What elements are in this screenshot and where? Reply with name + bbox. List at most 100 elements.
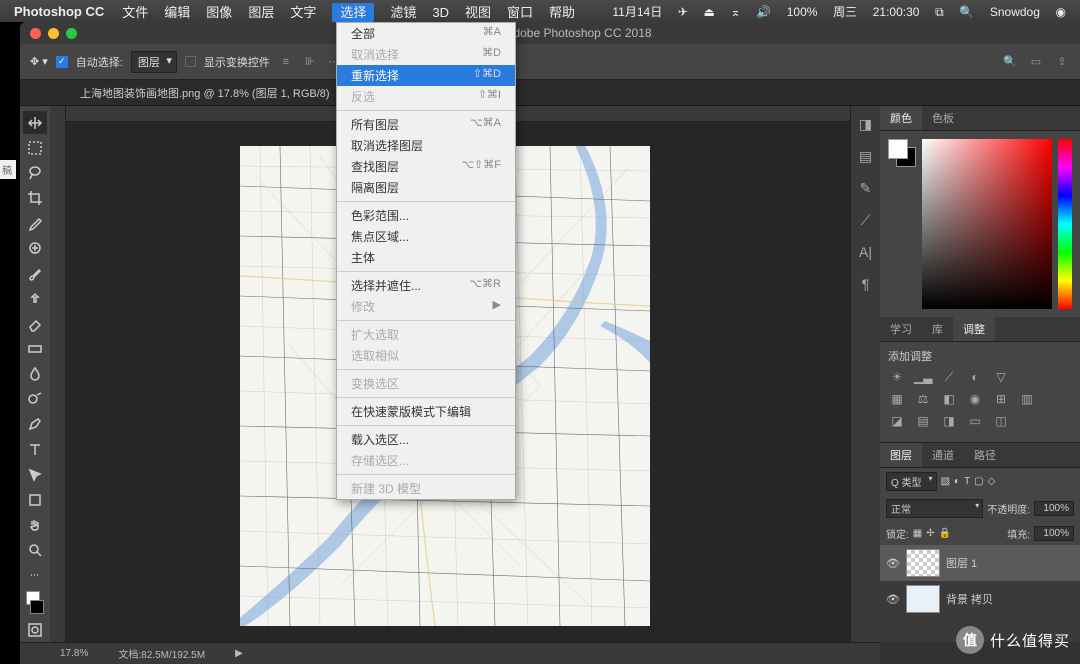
move-tool-icon[interactable]: ✥ ▾ bbox=[30, 55, 48, 68]
menu-文件[interactable]: 文件 bbox=[122, 5, 148, 20]
hue-sat-icon[interactable]: ▦ bbox=[888, 392, 906, 408]
filter-smart-icon[interactable]: ◇ bbox=[988, 476, 996, 487]
rectangle-tool[interactable] bbox=[23, 488, 47, 511]
status-arrow[interactable]: ▶ bbox=[235, 648, 243, 659]
auto-select-checkbox[interactable]: ✓ bbox=[56, 56, 68, 68]
tray-icon[interactable]: ⧉ bbox=[935, 5, 944, 19]
show-transform-checkbox[interactable] bbox=[185, 56, 196, 67]
search-icon[interactable]: 🔍 bbox=[1002, 54, 1018, 70]
layer-name[interactable]: 图层 1 bbox=[946, 555, 977, 571]
spot-heal-tool[interactable] bbox=[23, 237, 47, 260]
app-name[interactable]: Photoshop CC bbox=[14, 4, 104, 19]
tab-swatches[interactable]: 色板 bbox=[922, 106, 964, 130]
minimize-button[interactable] bbox=[48, 28, 59, 39]
curves-icon[interactable]: ⟋ bbox=[940, 370, 958, 386]
menu-item-隔离图层[interactable]: 隔离图层 bbox=[337, 177, 515, 198]
channel-mixer-icon[interactable]: ⊞ bbox=[992, 392, 1010, 408]
tab-color[interactable]: 颜色 bbox=[880, 106, 922, 130]
menu-item-所有图层[interactable]: 所有图层⌥⌘A bbox=[337, 114, 515, 135]
brush-icon[interactable]: ✎ bbox=[857, 180, 875, 198]
visibility-icon[interactable]: 👁 bbox=[886, 557, 900, 570]
window-titlebar[interactable]: Adobe Photoshop CC 2018 bbox=[20, 22, 1080, 44]
layer-name[interactable]: 背景 拷贝 bbox=[946, 591, 993, 607]
menu-item-查找图层[interactable]: 查找图层⌥⇧⌘F bbox=[337, 156, 515, 177]
menu-图层[interactable]: 图层 bbox=[248, 5, 274, 20]
close-button[interactable] bbox=[30, 28, 41, 39]
menu-item-焦点区域...[interactable]: 焦点区域... bbox=[337, 226, 515, 247]
blur-tool[interactable] bbox=[23, 363, 47, 386]
search-icon[interactable]: 🔍 bbox=[959, 5, 974, 19]
menu-滤镜[interactable]: 滤镜 bbox=[390, 5, 416, 20]
tab-paths[interactable]: 路径 bbox=[964, 443, 1006, 467]
character-icon[interactable]: A| bbox=[857, 244, 875, 262]
fg-bg-color-tool[interactable] bbox=[23, 589, 47, 616]
wifi-icon[interactable]: ⌅ bbox=[730, 5, 740, 19]
dodge-tool[interactable] bbox=[23, 388, 47, 411]
edit-toolbar-tool[interactable] bbox=[23, 564, 47, 587]
eraser-tool[interactable] bbox=[23, 312, 47, 335]
exposure-icon[interactable]: ◐ bbox=[966, 370, 984, 386]
align-icon[interactable]: ⊪ bbox=[302, 54, 318, 70]
paragraph-icon[interactable]: ¶ bbox=[857, 276, 875, 294]
gradient-tool[interactable] bbox=[23, 337, 47, 360]
eyedropper-tool[interactable] bbox=[23, 212, 47, 235]
align-icon[interactable]: ≡ bbox=[278, 54, 294, 70]
path-select-tool[interactable] bbox=[23, 463, 47, 486]
menu-item-选择并遮住...[interactable]: 选择并遮住...⌥⌘R bbox=[337, 275, 515, 296]
battery-icon[interactable]: 100% bbox=[787, 5, 818, 19]
fg-bg-swatches[interactable] bbox=[888, 139, 916, 167]
tab-adjustments[interactable]: 调整 bbox=[953, 317, 995, 341]
lut-icon[interactable]: ▥ bbox=[1018, 392, 1036, 408]
threshold-icon[interactable]: ◨ bbox=[940, 414, 958, 430]
posterize-icon[interactable]: ▤ bbox=[914, 414, 932, 430]
menu-编辑[interactable]: 编辑 bbox=[164, 5, 190, 20]
pen-tool[interactable] bbox=[23, 413, 47, 436]
quick-mask-tool[interactable] bbox=[23, 618, 47, 641]
move-tool[interactable] bbox=[23, 111, 47, 134]
type-tool[interactable] bbox=[23, 438, 47, 461]
menu-item-全部[interactable]: 全部⌘A bbox=[337, 23, 515, 44]
layer-thumbnail[interactable] bbox=[906, 549, 940, 577]
tab-channels[interactable]: 通道 bbox=[922, 443, 964, 467]
menu-图像[interactable]: 图像 bbox=[206, 5, 232, 20]
zoom-tool[interactable] bbox=[23, 539, 47, 562]
menu-窗口[interactable]: 窗口 bbox=[507, 5, 533, 20]
hue-slider[interactable] bbox=[1058, 139, 1072, 309]
layer-thumbnail[interactable] bbox=[906, 585, 940, 613]
ruler-vertical[interactable] bbox=[50, 106, 66, 642]
volume-icon[interactable]: 🔊 bbox=[756, 5, 771, 19]
history-icon[interactable]: ◨ bbox=[857, 116, 875, 134]
gradient-map-icon[interactable]: ▭ bbox=[966, 414, 984, 430]
zoom-level[interactable]: 17.8% bbox=[60, 648, 88, 659]
siri-icon[interactable]: ◉ bbox=[1056, 5, 1066, 19]
maximize-button[interactable] bbox=[66, 28, 77, 39]
brush-settings-icon[interactable]: ⟋ bbox=[857, 212, 875, 230]
tab-layers[interactable]: 图层 bbox=[880, 443, 922, 467]
lock-all-icon[interactable]: 🔒 bbox=[939, 528, 951, 539]
layer-filter-dropdown[interactable]: Q 类型 bbox=[886, 472, 937, 491]
color-picker[interactable] bbox=[922, 139, 1052, 309]
clone-tool[interactable] bbox=[23, 287, 47, 310]
fill-value[interactable]: 100% bbox=[1034, 526, 1074, 541]
menu-item-重新选择[interactable]: 重新选择⇧⌘D bbox=[337, 65, 515, 86]
auto-select-dropdown[interactable]: 图层 bbox=[131, 51, 177, 73]
menu-item-色彩范围...[interactable]: 色彩范围... bbox=[337, 205, 515, 226]
vibrance-icon[interactable]: ▽ bbox=[992, 370, 1010, 386]
menu-帮助[interactable]: 帮助 bbox=[549, 5, 575, 20]
filter-adjust-icon[interactable]: ◐ bbox=[954, 476, 960, 487]
workspace-icon[interactable]: ▭ bbox=[1028, 54, 1044, 70]
marquee-tool[interactable] bbox=[23, 136, 47, 159]
menu-文字[interactable]: 文字 bbox=[290, 5, 316, 20]
menu-item-主体[interactable]: 主体 bbox=[337, 247, 515, 268]
share-icon[interactable]: ⇪ bbox=[1054, 54, 1070, 70]
opacity-value[interactable]: 100% bbox=[1034, 501, 1074, 516]
invert-icon[interactable]: ◪ bbox=[888, 414, 906, 430]
blend-mode-dropdown[interactable]: 正常 bbox=[886, 499, 983, 518]
doc-size[interactable]: 文档:82.5M/192.5M bbox=[118, 646, 205, 661]
filter-text-icon[interactable]: T bbox=[964, 476, 970, 487]
selective-color-icon[interactable]: ◫ bbox=[992, 414, 1010, 430]
lock-pixels-icon[interactable]: ▦ bbox=[913, 528, 922, 539]
levels-icon[interactable]: ▁▃ bbox=[914, 370, 932, 386]
document-tab[interactable]: 上海地图装饰画地图.png @ 17.8% (图层 1, RGB/8) × bbox=[20, 80, 1080, 106]
menu-item-在快速蒙版模式下编辑[interactable]: 在快速蒙版模式下编辑 bbox=[337, 401, 515, 422]
